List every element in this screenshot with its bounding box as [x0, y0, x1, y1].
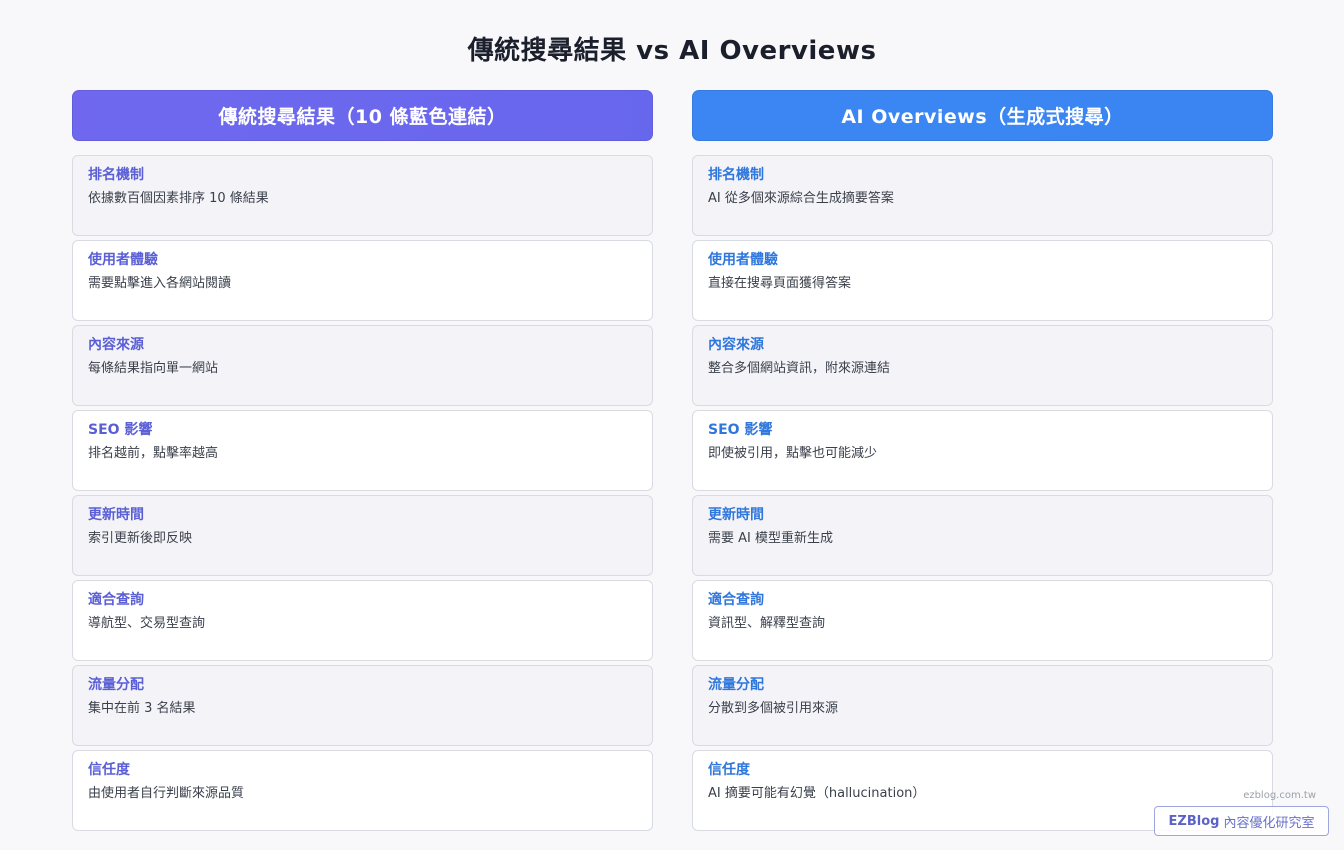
- row-text: 資訊型、解釋型查詢: [708, 616, 826, 631]
- comparison-row: 使用者體驗 需要點擊進入各網站閱讀: [72, 240, 653, 321]
- comparison-row: 排名機制 AI 從多個來源綜合生成摘要答案: [692, 155, 1273, 236]
- row-title: 排名機制: [88, 167, 144, 183]
- ai-overviews-column: AI Overviews（生成式搜尋） 排名機制 AI 從多個來源綜合生成摘要答…: [692, 90, 1273, 835]
- row-title: 信任度: [88, 762, 130, 778]
- row-text: 分散到多個被引用來源: [708, 701, 839, 716]
- comparison-row: 內容來源 整合多個網站資訊，附來源連結: [692, 325, 1273, 406]
- row-title: 適合查詢: [88, 592, 144, 608]
- traditional-results-column: 傳統搜尋結果（10 條藍色連結） 排名機制 依據數百個因素排序 10 條結果 使…: [72, 90, 653, 835]
- row-text: 由使用者自行判斷來源品質: [88, 786, 245, 801]
- row-text: AI 從多個來源綜合生成摘要答案: [708, 191, 894, 206]
- row-title: 內容來源: [88, 337, 144, 353]
- ai-overviews-header: AI Overviews（生成式搜尋）: [692, 90, 1273, 141]
- row-text: 依據數百個因素排序 10 條結果: [88, 191, 269, 206]
- row-title: SEO 影響: [708, 422, 773, 438]
- comparison-row: 使用者體驗 直接在搜尋頁面獲得答案: [692, 240, 1273, 321]
- row-title: 內容來源: [708, 337, 764, 353]
- row-title: 流量分配: [708, 677, 764, 693]
- watermark-site-url: ezblog.com.tw: [1243, 790, 1316, 801]
- watermark-brand-tagline: 內容優化研究室: [1223, 815, 1315, 831]
- row-text: 整合多個網站資訊，附來源連結: [708, 361, 891, 376]
- watermark-brand-name: EZBlog: [1168, 813, 1220, 829]
- comparison-row: 流量分配 集中在前 3 名結果: [72, 665, 653, 746]
- row-text: AI 摘要可能有幻覺（hallucination）: [708, 786, 926, 801]
- comparison-row: 適合查詢 資訊型、解釋型查詢: [692, 580, 1273, 661]
- comparison-page: 傳統搜尋結果 vs AI Overviews 傳統搜尋結果（10 條藍色連結） …: [0, 0, 1344, 850]
- comparison-row: SEO 影響 排名越前，點擊率越高: [72, 410, 653, 491]
- ai-overviews-rows: 排名機制 AI 從多個來源綜合生成摘要答案 使用者體驗 直接在搜尋頁面獲得答案 …: [692, 155, 1273, 831]
- row-title: 使用者體驗: [88, 252, 158, 268]
- row-text: 直接在搜尋頁面獲得答案: [708, 276, 852, 291]
- row-title: 適合查詢: [708, 592, 764, 608]
- comparison-row: 信任度 由使用者自行判斷來源品質: [72, 750, 653, 831]
- row-title: 信任度: [708, 762, 750, 778]
- comparison-row: 流量分配 分散到多個被引用來源: [692, 665, 1273, 746]
- row-text: 集中在前 3 名結果: [88, 701, 196, 716]
- row-text: 每條結果指向單一網站: [88, 361, 219, 376]
- traditional-results-header: 傳統搜尋結果（10 條藍色連結）: [72, 90, 653, 141]
- row-text: 即使被引用，點擊也可能減少: [708, 446, 878, 461]
- comparison-row: SEO 影響 即使被引用，點擊也可能減少: [692, 410, 1273, 491]
- comparison-row: 更新時間 索引更新後即反映: [72, 495, 653, 576]
- comparison-row: 排名機制 依據數百個因素排序 10 條結果: [72, 155, 653, 236]
- row-title: 流量分配: [88, 677, 144, 693]
- watermark-brand-badge[interactable]: EZBlog 內容優化研究室: [1154, 806, 1329, 836]
- row-title: 排名機制: [708, 167, 764, 183]
- comparison-row: 適合查詢 導航型、交易型查詢: [72, 580, 653, 661]
- row-title: 更新時間: [88, 507, 144, 523]
- comparison-row: 更新時間 需要 AI 模型重新生成: [692, 495, 1273, 576]
- row-text: 排名越前，點擊率越高: [88, 446, 219, 461]
- traditional-results-rows: 排名機制 依據數百個因素排序 10 條結果 使用者體驗 需要點擊進入各網站閱讀 …: [72, 155, 653, 831]
- row-text: 需要 AI 模型重新生成: [708, 531, 833, 546]
- row-title: 使用者體驗: [708, 252, 778, 268]
- row-text: 需要點擊進入各網站閱讀: [88, 276, 232, 291]
- row-text: 導航型、交易型查詢: [88, 616, 206, 631]
- row-title: SEO 影響: [88, 422, 153, 438]
- page-title: 傳統搜尋結果 vs AI Overviews: [467, 36, 877, 66]
- row-text: 索引更新後即反映: [88, 531, 193, 546]
- row-title: 更新時間: [708, 507, 764, 523]
- comparison-row: 內容來源 每條結果指向單一網站: [72, 325, 653, 406]
